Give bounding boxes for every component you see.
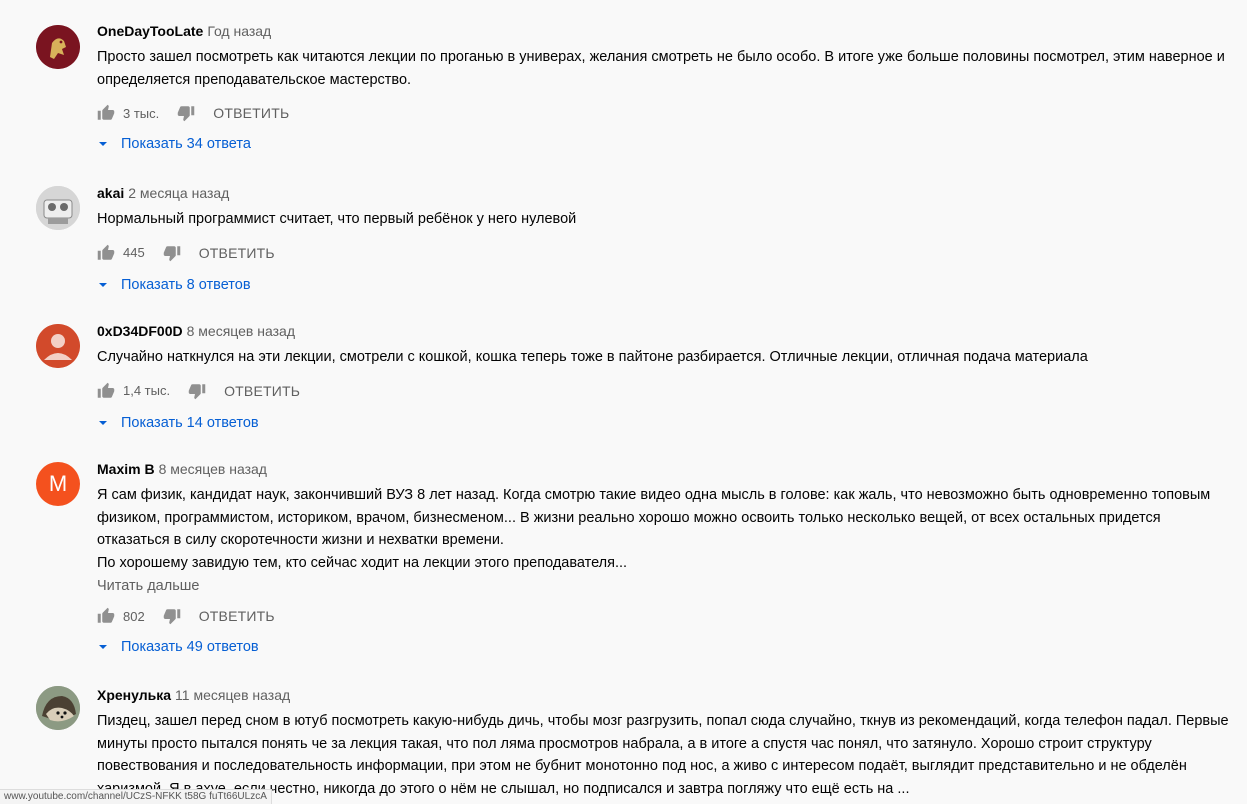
thumbs-down-icon (178, 106, 195, 122)
comment-text: Нормальный программист считает, что перв… (97, 208, 1229, 231)
reply-button[interactable]: ОТВЕТИТЬ (199, 608, 275, 624)
thumbs-up-icon (97, 382, 115, 398)
comment-toolbar: 3 тыс. ОТВЕТИТЬ (97, 101, 1229, 125)
comment-time[interactable]: 2 месяца назад (128, 185, 229, 201)
comment-text-paragraph: По хорошему завидую тем, кто сейчас ходи… (97, 554, 628, 571)
avatar[interactable] (36, 25, 80, 69)
avatar-letter: M (48, 471, 68, 496)
comment-text-paragraph: Пиздец, зашел перед сном в ютуб посмотре… (97, 713, 1229, 797)
lion-emblem-icon (36, 25, 80, 69)
avatar[interactable] (36, 686, 80, 730)
like-count: 3 тыс. (123, 105, 160, 121)
robot-photo-icon (36, 186, 80, 230)
dislike-button[interactable] (188, 382, 206, 400)
comment-time[interactable]: 11 месяцев назад (175, 687, 290, 703)
like-count: 802 (123, 608, 145, 624)
like-button[interactable] (97, 244, 115, 262)
comment-time[interactable]: 8 месяцев назад (159, 461, 267, 477)
comment-text-paragraph: Я сам физик, кандидат наук, закончивший … (97, 487, 1211, 548)
comment-text-paragraph: Нормальный программист считает, что перв… (97, 211, 577, 227)
chevron-down-icon (97, 641, 109, 653)
avatar[interactable] (36, 324, 80, 368)
reply-button[interactable]: ОТВЕТИТЬ (213, 105, 289, 121)
comment-author[interactable]: Хренулька (97, 687, 171, 703)
comment-text: Просто зашел посмотреть как читаются лек… (97, 46, 1229, 91)
thumbs-up-icon (97, 104, 115, 120)
comment-text: Пиздец, зашел перед сном в ютуб посмотре… (97, 710, 1229, 800)
like-button[interactable] (97, 382, 115, 400)
view-replies-label: Показать 8 ответов (121, 276, 251, 293)
thumbs-down-icon (188, 383, 206, 399)
comment-author[interactable]: Maxim B (97, 461, 155, 477)
comment-text-paragraph: Просто зашел посмотреть как читаются лек… (97, 49, 1225, 88)
comment-author[interactable]: 0xD34DF00D (97, 323, 183, 339)
dislike-button[interactable] (163, 244, 181, 262)
comment-author[interactable]: akai (97, 185, 124, 201)
reply-button[interactable]: ОТВЕТИТЬ (199, 245, 275, 261)
comment-text: Я сам физик, кандидат наук, закончивший … (97, 484, 1229, 574)
comment-toolbar: 1,4 тыс. ОТВЕТИТЬ (97, 379, 1229, 403)
reply-button[interactable]: ОТВЕТИТЬ (224, 383, 300, 399)
view-replies-label: Показать 49 ответов (121, 639, 259, 655)
view-replies-button[interactable]: Показать 34 ответа (97, 132, 1229, 156)
like-count: 445 (123, 245, 145, 260)
comment-time[interactable]: 8 месяцев назад (187, 323, 295, 339)
read-more-button[interactable]: Читать дальше (97, 576, 1229, 596)
avatar[interactable]: M (36, 462, 80, 506)
like-button[interactable] (97, 607, 115, 625)
thumbs-down-icon (163, 245, 180, 261)
chevron-down-icon (97, 279, 109, 291)
like-button[interactable] (97, 104, 115, 122)
like-count: 1,4 тыс. (123, 383, 171, 398)
comment-toolbar: 802 ОТВЕТИТЬ (97, 604, 1229, 628)
thumbs-up-icon (97, 607, 115, 623)
view-replies-button[interactable]: Показать 14 ответов (97, 411, 1229, 435)
chevron-down-icon (97, 417, 109, 429)
view-replies-label: Показать 34 ответа (121, 136, 251, 152)
comment-time[interactable]: Год назад (207, 23, 271, 39)
thumbs-down-icon (163, 609, 180, 625)
browser-status-url: www.youtube.com/channel/UCzS-NFKK t58G f… (0, 789, 272, 804)
comment-toolbar: 445 ОТВЕТИТЬ (97, 241, 1229, 265)
default-person-icon (36, 324, 80, 368)
comment-text: Случайно наткнулся на эти лекции, смотре… (97, 346, 1229, 369)
avatar[interactable] (36, 186, 80, 230)
hedgehog-photo-icon (36, 686, 80, 730)
dislike-button[interactable] (177, 104, 195, 122)
comment-text-paragraph: Случайно наткнулся на эти лекции, смотре… (97, 349, 1088, 365)
dislike-button[interactable] (163, 607, 181, 625)
comment-author[interactable]: OneDayTooLate (97, 23, 203, 39)
view-replies-button[interactable]: Показать 8 ответов (97, 273, 1229, 297)
view-replies-label: Показать 14 ответов (121, 414, 259, 431)
chevron-down-icon (97, 138, 109, 150)
view-replies-button[interactable]: Показать 49 ответов (97, 635, 1229, 659)
thumbs-up-icon (97, 244, 115, 260)
